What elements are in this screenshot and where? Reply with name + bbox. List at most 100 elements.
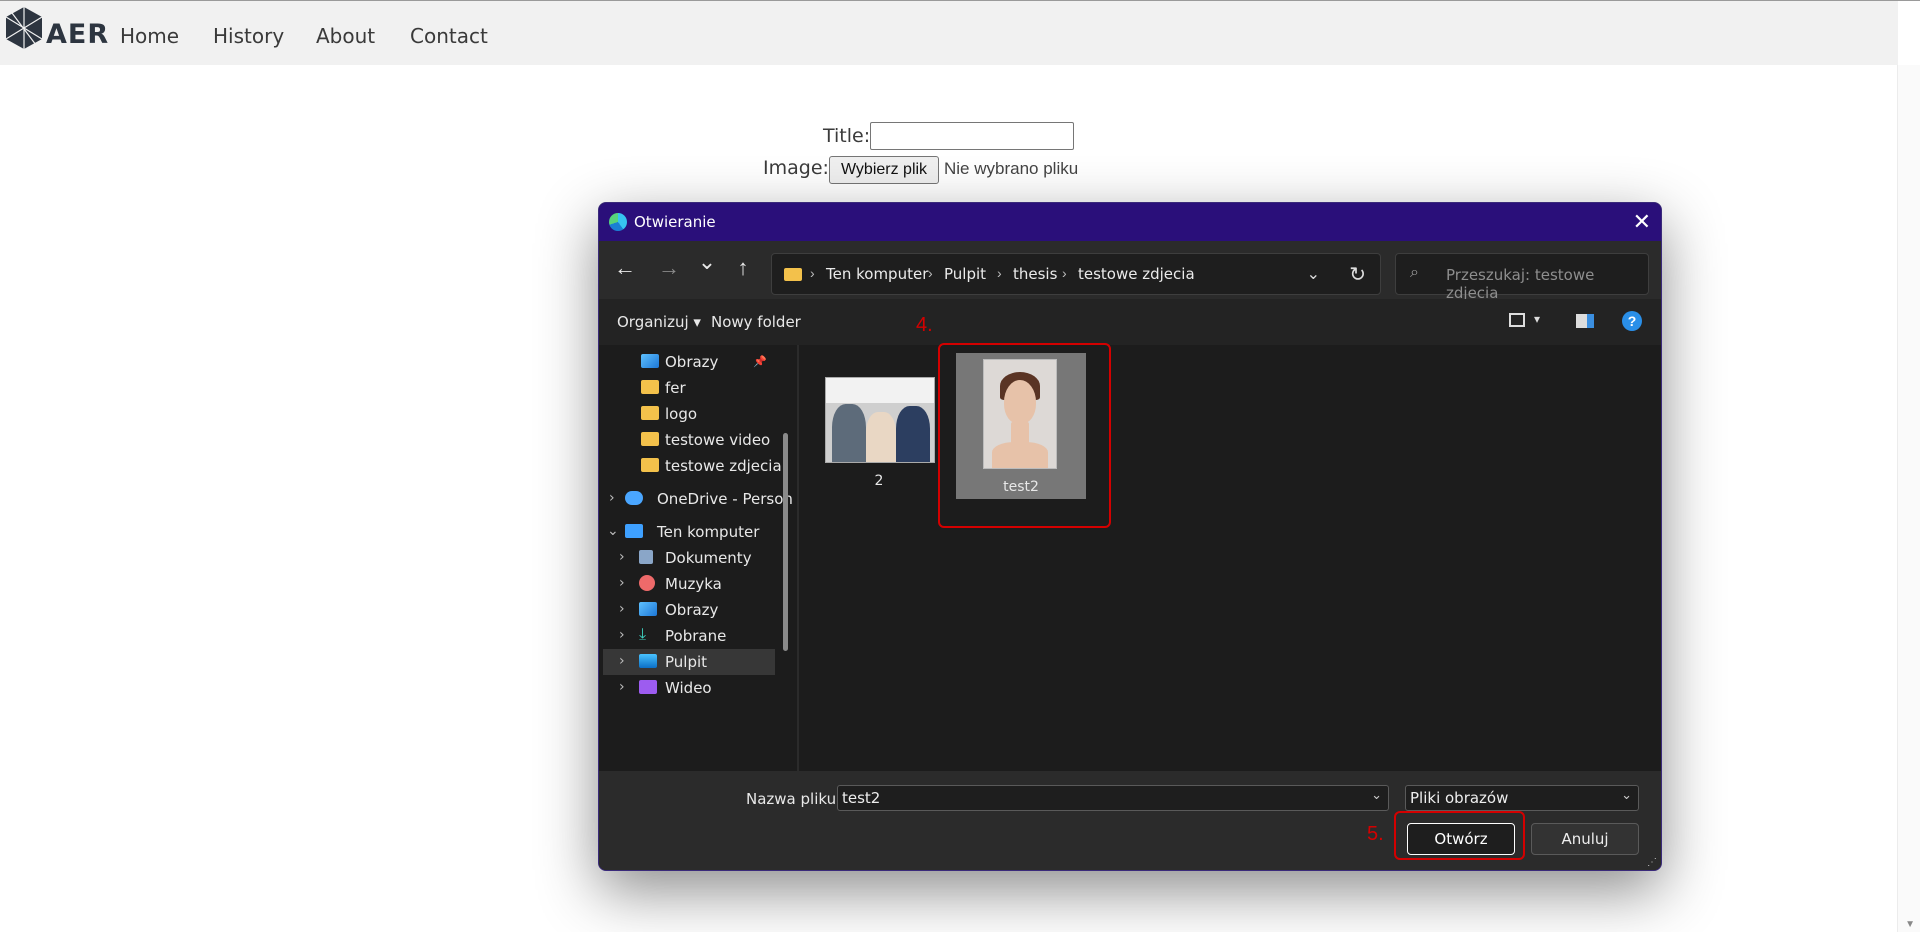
- view-mode-dropdown-icon[interactable]: ▾: [1534, 312, 1540, 326]
- organize-menu[interactable]: Organizuj ▾: [617, 313, 701, 331]
- breadcrumb-separator: ›: [997, 265, 1002, 281]
- annotation-box-step-4: [938, 343, 1111, 528]
- thumbnail-person: [832, 404, 866, 462]
- address-bar[interactable]: › Ten komputer › Pulpit › thesis › testo…: [771, 253, 1381, 295]
- image-label: Image:: [763, 157, 829, 179]
- chevron-right-icon[interactable]: ›: [619, 653, 625, 669]
- pictures-icon: [639, 602, 657, 616]
- help-icon[interactable]: ?: [1622, 311, 1642, 331]
- chevron-right-icon[interactable]: ›: [619, 601, 625, 617]
- search-icon: ⌕: [1410, 264, 1419, 281]
- chevron-down-icon[interactable]: ⌄: [607, 523, 619, 539]
- filename-value: test2: [842, 789, 881, 807]
- folder-icon: [641, 458, 659, 472]
- sidebar-item-dokumenty[interactable]: › Dokumenty: [599, 545, 779, 571]
- chevron-right-icon[interactable]: ›: [619, 679, 625, 695]
- resize-grip-icon[interactable]: ⋰: [1647, 857, 1657, 868]
- breadcrumb-separator: ›: [810, 265, 815, 281]
- back-arrow-icon[interactable]: ←: [611, 255, 639, 281]
- sidebar-item-wideo[interactable]: › Wideo: [599, 675, 779, 701]
- sidebar-item-onedrive[interactable]: › OneDrive - Person: [599, 486, 793, 512]
- breadcrumb-separator: ›: [928, 265, 933, 281]
- search-box[interactable]: ⌕ Przeszukaj: testowe zdjecia: [1395, 253, 1649, 302]
- dialog-toolbar: Organizuj ▾ Nowy folder ▾ ?: [599, 299, 1661, 345]
- close-icon[interactable]: ✕: [1633, 209, 1651, 235]
- sidebar-item-label: Muzyka: [665, 575, 722, 593]
- filename-label: Nazwa pliku:: [746, 790, 842, 808]
- sidebar-scrollbar[interactable]: [783, 433, 788, 651]
- sidebar-item-pulpit[interactable]: › Pulpit: [603, 649, 775, 675]
- address-history-chevron-icon[interactable]: ⌄: [1307, 264, 1320, 284]
- video-icon: [639, 680, 657, 694]
- computer-icon: [625, 524, 643, 538]
- navigation-pane[interactable]: Obrazy 📌 fer logo testowe video testowe …: [599, 345, 796, 771]
- documents-icon: [639, 550, 653, 564]
- download-icon: ⤓: [639, 624, 647, 643]
- chevron-right-icon[interactable]: ›: [619, 549, 625, 565]
- sidebar-item-ten-komputer[interactable]: ⌄ Ten komputer: [599, 519, 779, 545]
- recent-locations-chevron-icon[interactable]: ⌄: [693, 249, 721, 275]
- annotation-step-5: 5.: [1367, 823, 1384, 845]
- sidebar-item-testowe-video[interactable]: testowe video: [599, 427, 779, 453]
- sidebar-item-obrazy-pinned[interactable]: Obrazy 📌: [599, 349, 779, 375]
- page-scrollbar[interactable]: ▼: [1897, 65, 1920, 932]
- filetype-value: Pliki obrazów: [1410, 789, 1509, 807]
- breadcrumb-pulpit[interactable]: Pulpit: [944, 265, 986, 283]
- filetype-dropdown-icon[interactable]: ⌄: [1621, 788, 1632, 803]
- nav-home[interactable]: Home: [120, 24, 179, 48]
- search-placeholder: Przeszukaj: testowe zdjecia: [1446, 266, 1595, 302]
- sidebar-item-label: Obrazy: [665, 353, 719, 371]
- forward-arrow-icon[interactable]: →: [655, 255, 683, 281]
- refresh-icon[interactable]: ↻: [1349, 262, 1366, 287]
- music-icon: [639, 575, 655, 591]
- logo-text[interactable]: AER: [46, 19, 109, 50]
- sidebar-item-fer[interactable]: fer: [599, 375, 779, 401]
- sidebar-item-testowe-zdjecia[interactable]: testowe zdjecia: [599, 453, 782, 479]
- chevron-right-icon[interactable]: ›: [619, 627, 625, 643]
- filename-input[interactable]: test2 ⌄: [837, 785, 1389, 811]
- thumbnail-person: [896, 406, 930, 462]
- nav-contact[interactable]: Contact: [410, 24, 488, 48]
- open-file-dialog: Otwieranie ✕ ← → ⌄ ↑ › Ten komputer › Pu…: [598, 202, 1662, 871]
- nav-history[interactable]: History: [213, 24, 284, 48]
- dialog-title: Otwieranie: [634, 213, 716, 231]
- breadcrumb-testowe-zdjecia[interactable]: testowe zdjecia: [1078, 265, 1195, 283]
- sidebar-item-pobrane[interactable]: › ⤓ Pobrane: [599, 623, 779, 649]
- dialog-titlebar[interactable]: Otwieranie ✕: [599, 203, 1661, 241]
- preview-pane-icon[interactable]: [1576, 314, 1594, 328]
- sidebar-item-label: testowe zdjecia: [665, 457, 782, 475]
- edge-browser-icon: [609, 213, 627, 231]
- file-item-2[interactable]: 2: [819, 359, 939, 499]
- view-mode-icon[interactable]: [1509, 313, 1525, 327]
- sidebar-item-label: Ten komputer: [657, 523, 760, 541]
- breadcrumb-ten-komputer[interactable]: Ten komputer: [826, 265, 928, 283]
- scroll-down-icon[interactable]: ▼: [1905, 919, 1915, 930]
- sidebar-item-muzyka[interactable]: › Muzyka: [599, 571, 779, 597]
- onedrive-icon: [625, 491, 643, 505]
- file-thumbnail: [825, 377, 935, 463]
- folder-icon: [784, 268, 802, 281]
- sidebar-item-label: fer: [665, 379, 686, 397]
- up-folder-arrow-icon[interactable]: ↑: [729, 255, 757, 281]
- choose-file-button[interactable]: Wybierz plik: [829, 156, 939, 184]
- folder-icon: [641, 406, 659, 420]
- file-status-text: Nie wybrano pliku: [944, 159, 1079, 178]
- filetype-select[interactable]: Pliki obrazów ⌄: [1405, 785, 1639, 811]
- folder-icon: [641, 432, 659, 446]
- chevron-right-icon[interactable]: ›: [609, 490, 615, 506]
- dialog-nav-row: ← → ⌄ ↑ › Ten komputer › Pulpit › thesis…: [599, 241, 1661, 302]
- breadcrumb-thesis[interactable]: thesis: [1013, 265, 1057, 283]
- sidebar-item-label: Pulpit: [665, 653, 708, 671]
- sidebar-item-logo[interactable]: logo: [599, 401, 779, 427]
- filename-dropdown-icon[interactable]: ⌄: [1371, 788, 1382, 803]
- pictures-icon: [641, 354, 659, 368]
- sidebar-item-label: logo: [665, 405, 698, 423]
- nav-about[interactable]: About: [316, 24, 375, 48]
- chevron-right-icon[interactable]: ›: [619, 575, 625, 591]
- title-input[interactable]: [870, 122, 1074, 150]
- file-list[interactable]: 2 test2: [799, 345, 1661, 771]
- sidebar-item-obrazy[interactable]: › Obrazy: [599, 597, 779, 623]
- new-folder-button[interactable]: Nowy folder: [711, 313, 801, 331]
- cancel-button[interactable]: Anuluj: [1531, 823, 1639, 855]
- sidebar-item-label: Wideo: [665, 679, 712, 697]
